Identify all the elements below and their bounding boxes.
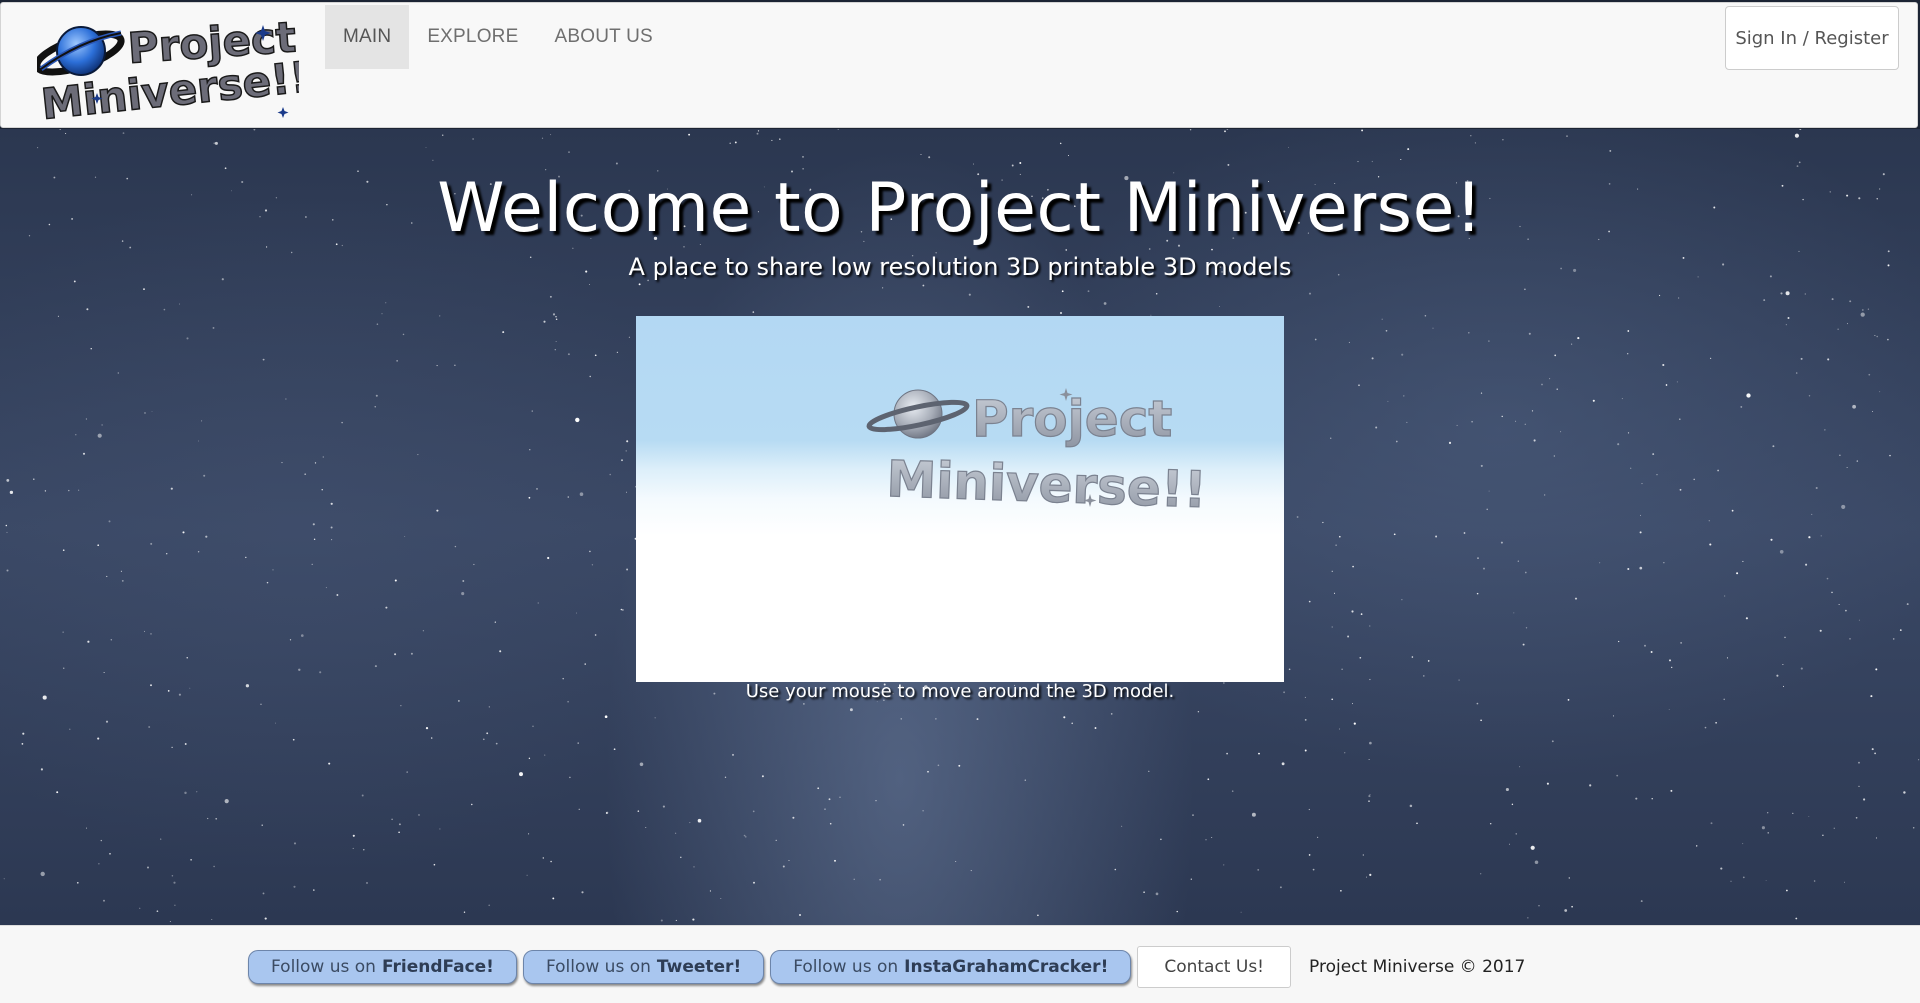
social-prefix: Follow us on (793, 957, 899, 977)
model-text-project: Project (972, 390, 1172, 448)
nav-explore[interactable]: EXPLORE (409, 5, 536, 69)
viewer-hint: Use your mouse to move around the 3D mod… (745, 681, 1175, 702)
top-navbar: Project Miniverse!! MAIN EXPLORE ABOUT U… (0, 2, 1918, 128)
nav-about-us[interactable]: ABOUT US (536, 5, 670, 69)
model-text-miniverse: Miniverse!! (886, 450, 1208, 519)
social-prefix: Follow us on (271, 957, 376, 977)
page-subtitle: A place to share low resolution 3D print… (628, 253, 1292, 281)
nav-main[interactable]: MAIN (325, 5, 410, 69)
ringed-planet-icon (866, 389, 970, 439)
social-name: InstaGrahamCracker! (904, 957, 1109, 977)
main-nav: MAIN EXPLORE ABOUT US (325, 5, 671, 69)
sign-in-register-button[interactable]: Sign In / Register (1725, 6, 1899, 70)
site-logo[interactable]: Project Miniverse!! (37, 11, 299, 127)
instagrahamcracker-button[interactable]: Follow us on InstaGrahamCracker! (770, 950, 1132, 984)
contact-us-button[interactable]: Contact Us! (1137, 946, 1291, 988)
copyright-text: Project Miniverse © 2017 (1309, 957, 1526, 977)
site-footer: Follow us on FriendFace! Follow us on Tw… (0, 925, 1920, 1003)
3d-model-render: Project Miniverse!! (866, 388, 1208, 520)
social-name: FriendFace! (381, 957, 494, 977)
tweeter-button[interactable]: Follow us on Tweeter! (522, 950, 765, 984)
hero-section: Welcome to Project Miniverse! A place to… (0, 129, 1920, 925)
site-logo-graphic: Project Miniverse!! (37, 12, 299, 127)
friendface-button[interactable]: Follow us on FriendFace! (248, 950, 517, 984)
page-title: Welcome to Project Miniverse! (437, 169, 1483, 248)
social-name: Tweeter! (656, 957, 742, 977)
footer-links: Follow us on FriendFace! Follow us on Tw… (248, 946, 1525, 988)
social-prefix: Follow us on (545, 957, 651, 977)
3d-model-viewer[interactable]: Project Miniverse!! (636, 316, 1284, 682)
